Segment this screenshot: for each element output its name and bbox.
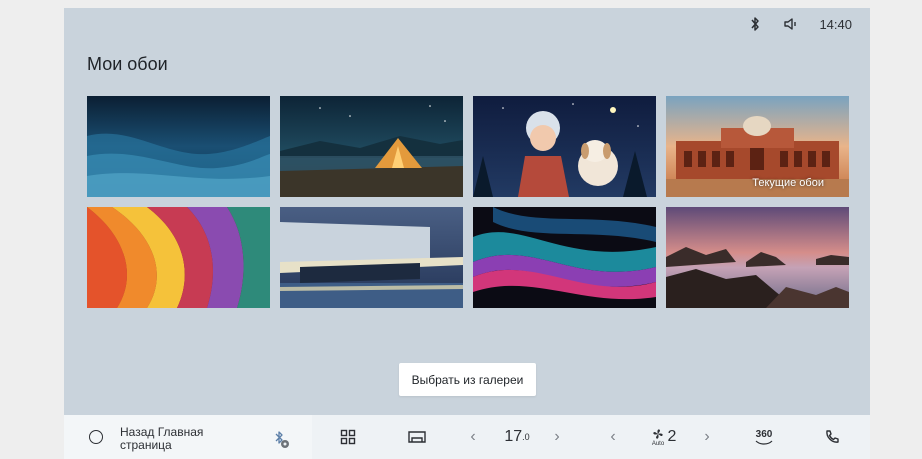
choose-from-gallery-button[interactable]: Выбрать из галереи [399,363,536,396]
camera-360-icon[interactable]: 360 [752,415,776,459]
wallpaper-tile-colorful-petals[interactable] [87,207,270,308]
temperature-display: 17.0 [500,415,534,459]
bluetooth-badge-icon[interactable] [268,427,292,451]
wallpaper-tile-glossy-ribbons[interactable] [473,207,656,308]
bottom-dock: Назад Главная страница ‹ 17.0 › ‹ Auto 2… [64,415,870,459]
car-seat-icon[interactable] [404,415,430,459]
wallpaper-tile-rocky-sea-sunset[interactable] [666,207,849,308]
apps-grid-icon[interactable] [336,415,360,459]
wallpaper-tile-modern-building[interactable] [280,207,463,308]
wallpaper-image [87,96,270,197]
circle-icon[interactable] [89,430,103,444]
wallpaper-image [473,207,656,308]
bluetooth-icon [747,16,763,32]
fan-icon: Auto [648,415,668,459]
status-bar: 14:40 [747,16,852,32]
wallpaper-settings-screen: 14:40 Мои обои Текущие обои Выбрать из г… [64,8,870,459]
wallpaper-tile-tent-lake-night[interactable] [280,96,463,197]
wallpaper-image [473,96,656,197]
camera-360-label: 360 [755,429,773,440]
wallpaper-image [87,207,270,308]
wallpaper-grid: Текущие обои [87,96,849,308]
chevron-left-icon[interactable]: ‹ [466,415,480,459]
wallpaper-image [280,96,463,197]
temperature-decimal: .0 [522,432,530,442]
wallpaper-image [666,207,849,308]
volume-icon [783,16,799,32]
clock: 14:40 [819,16,852,32]
chevron-right-icon[interactable]: › [700,415,714,459]
current-wallpaper-label: Текущие обои [752,177,824,189]
phone-icon[interactable] [822,415,842,459]
fan-mode: Auto [651,441,665,447]
temperature-main: 17 [504,428,523,445]
wallpaper-tile-girl-and-puppy[interactable] [473,96,656,197]
wallpaper-tile-palace-sunset[interactable]: Текущие обои [666,96,849,197]
app-frame: 14:40 Мои обои Текущие обои Выбрать из г… [0,0,922,459]
wallpaper-image [280,207,463,308]
wallpaper-tile-blue-waves[interactable] [87,96,270,197]
chevron-left-icon[interactable]: ‹ [606,415,620,459]
page-title: Мои обои [87,54,168,74]
fan-level: 2 [667,428,677,445]
chevron-right-icon[interactable]: › [550,415,564,459]
back-home-label[interactable]: Назад Главная страница [120,426,230,452]
dock-navigation-area: Назад Главная страница [64,415,312,459]
